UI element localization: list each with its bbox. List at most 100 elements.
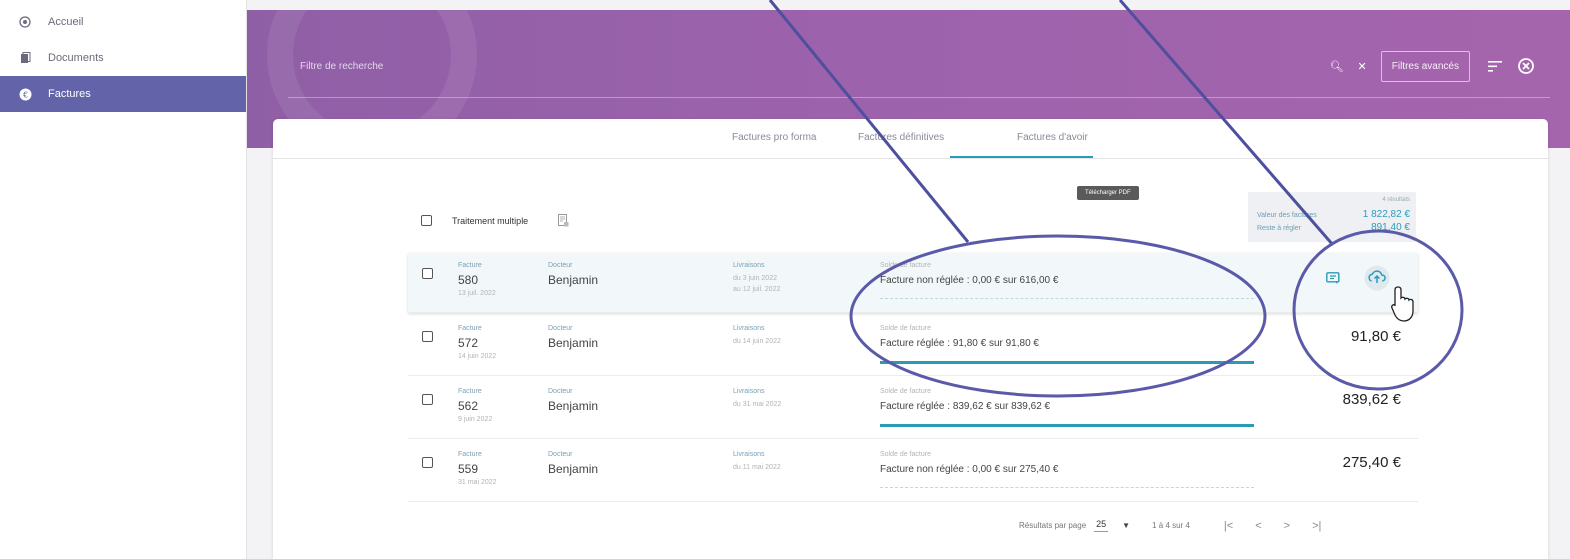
next-page-icon[interactable]: > bbox=[1284, 520, 1290, 532]
search-bar: Filtre de recherche 🔍︎ ✕ Filtres avancés bbox=[288, 35, 1550, 98]
pagination: Résultats par page 25 ▼ 1 à 4 sur 4 |< <… bbox=[1019, 519, 1321, 532]
tab-definitives[interactable]: Factures définitives bbox=[858, 132, 944, 143]
doctor-label: Docteur bbox=[548, 262, 573, 269]
clear-icon[interactable]: ✕ bbox=[1358, 60, 1371, 73]
deliveries-label: Livraisons bbox=[733, 262, 765, 269]
sidebar-item-factures[interactable]: € Factures bbox=[0, 76, 246, 112]
search-icon[interactable]: 🔍︎ bbox=[1330, 60, 1348, 73]
doctor-label: Docteur bbox=[548, 325, 573, 332]
row-checkbox[interactable] bbox=[422, 394, 433, 405]
row-checkbox[interactable] bbox=[422, 457, 433, 468]
tabs: Factures pro forma Factures définitives … bbox=[273, 119, 1548, 159]
balance-text: Facture réglée : 839,62 € sur 839,62 € bbox=[880, 401, 1051, 412]
per-page-select[interactable]: 25 bbox=[1094, 519, 1109, 532]
credit-note-icon[interactable] bbox=[1326, 271, 1340, 290]
documents-icon bbox=[18, 51, 32, 65]
invoice-number: 580 bbox=[458, 273, 479, 287]
tab-avoir[interactable]: Factures d'avoir bbox=[1017, 132, 1088, 143]
home-circle-icon bbox=[18, 15, 32, 29]
doctor-name: Benjamin bbox=[548, 336, 599, 350]
page-nav: |< < > >| bbox=[1224, 520, 1321, 532]
deliveries-label: Livraisons bbox=[733, 388, 765, 395]
deliveries-range: du 11 mai 2022 bbox=[733, 464, 781, 471]
doctor-name: Benjamin bbox=[548, 399, 599, 413]
balance-text: Facture non réglée : 0,00 € sur 275,40 € bbox=[880, 464, 1059, 475]
results-count: 4 résultats bbox=[1382, 197, 1410, 203]
type-label: Facture bbox=[458, 262, 482, 269]
deliveries-range: du 14 juin 2022 bbox=[733, 338, 781, 345]
row-checkbox[interactable] bbox=[422, 331, 433, 342]
first-page-icon[interactable]: |< bbox=[1224, 520, 1233, 532]
sidebar-item-label: Documents bbox=[48, 52, 104, 64]
summary-box: 4 résultats Valeur des factures 1 822,82… bbox=[1248, 192, 1416, 242]
table-row[interactable]: Facture 572 14 juin 2022 Docteur Benjami… bbox=[408, 316, 1418, 376]
balance-text: Facture non réglée : 0,00 € sur 616,00 € bbox=[880, 275, 1059, 286]
invoices-value-label: Valeur des factures bbox=[1257, 212, 1317, 219]
doctor-label: Docteur bbox=[548, 451, 573, 458]
advanced-filters-button[interactable]: Filtres avancés bbox=[1380, 50, 1470, 82]
balance-progress bbox=[880, 298, 1254, 299]
row-checkbox[interactable] bbox=[422, 268, 433, 279]
table-row[interactable]: Facture 559 31 mai 2022 Docteur Benjamin… bbox=[408, 442, 1418, 502]
chevron-down-icon[interactable]: ▼ bbox=[1122, 521, 1130, 530]
invoice-number: 572 bbox=[458, 336, 479, 350]
balance-label: Solde de facture bbox=[880, 262, 931, 269]
invoice-date: 31 mai 2022 bbox=[458, 479, 497, 486]
invoices-value: 1 822,82 € bbox=[1362, 209, 1410, 220]
deliveries-range-end: au 12 juil. 2022 bbox=[733, 286, 781, 293]
invoice-date: 14 juin 2022 bbox=[458, 353, 497, 360]
table-row[interactable]: Facture 580 13 juil. 2022 Docteur Benjam… bbox=[408, 253, 1418, 313]
row-actions bbox=[1326, 265, 1390, 296]
table-row[interactable]: Facture 562 9 juin 2022 Docteur Benjamin… bbox=[408, 379, 1418, 439]
doctor-name: Benjamin bbox=[548, 462, 599, 476]
last-page-icon[interactable]: >| bbox=[1312, 520, 1321, 532]
invoice-date: 13 juil. 2022 bbox=[458, 290, 496, 297]
type-label: Facture bbox=[458, 388, 482, 395]
sort-icon[interactable] bbox=[1488, 60, 1502, 72]
invoice-amount: 91,80 € bbox=[1350, 328, 1401, 345]
deliveries-range: du 3 juin 2022 bbox=[733, 275, 777, 282]
invoices-card: Factures pro forma Factures définitives … bbox=[273, 119, 1548, 559]
doctor-name: Benjamin bbox=[548, 273, 599, 287]
invoice-number: 562 bbox=[458, 399, 479, 413]
select-all-checkbox[interactable] bbox=[421, 215, 432, 226]
prev-page-icon[interactable]: < bbox=[1255, 520, 1261, 532]
multi-processing-label: Traitement multiple bbox=[452, 215, 529, 226]
invoice-amount: 275,40 € bbox=[1342, 454, 1401, 471]
multi-processing: Traitement multiple bbox=[421, 214, 569, 227]
doctor-label: Docteur bbox=[548, 388, 573, 395]
type-label: Facture bbox=[458, 325, 482, 332]
balance-label: Solde de facture bbox=[880, 388, 931, 395]
tab-pro-forma[interactable]: Factures pro forma bbox=[732, 132, 816, 143]
invoice-date: 9 juin 2022 bbox=[458, 416, 493, 423]
balance-progress bbox=[880, 487, 1254, 488]
active-tab-indicator bbox=[950, 156, 1093, 158]
balance-text: Facture réglée : 91,80 € sur 91,80 € bbox=[880, 338, 1039, 349]
balance-progress bbox=[880, 361, 1254, 364]
deliveries-label: Livraisons bbox=[733, 451, 765, 458]
balance-label: Solde de facture bbox=[880, 451, 931, 458]
sidebar: Accueil Documents € Factures bbox=[0, 0, 247, 559]
deliveries-range: du 31 mai 2022 bbox=[733, 401, 782, 408]
download-pdf-icon[interactable] bbox=[1364, 265, 1390, 296]
sidebar-item-accueil[interactable]: Accueil bbox=[0, 4, 246, 40]
euro-circle-icon: € bbox=[18, 87, 32, 101]
balance-progress bbox=[880, 424, 1254, 427]
close-circle-icon[interactable] bbox=[1518, 58, 1534, 74]
type-label: Facture bbox=[458, 451, 482, 458]
page-range: 1 à 4 sur 4 bbox=[1152, 521, 1190, 530]
download-pdf-tooltip: Télécharger PDF bbox=[1077, 186, 1139, 200]
search-input[interactable]: Filtre de recherche bbox=[288, 61, 1330, 72]
deliveries-label: Livraisons bbox=[733, 325, 765, 332]
sidebar-item-documents[interactable]: Documents bbox=[0, 40, 246, 76]
invoice-amount: 839,62 € bbox=[1342, 391, 1401, 408]
sidebar-item-label: Accueil bbox=[48, 16, 84, 28]
sidebar-item-label: Factures bbox=[48, 88, 91, 100]
invoice-number: 559 bbox=[458, 462, 479, 476]
remaining-value: 891,40 € bbox=[1371, 222, 1410, 233]
per-page-label: Résultats par page bbox=[1019, 521, 1087, 530]
remaining-label: Reste à régler bbox=[1257, 225, 1301, 232]
balance-label: Solde de facture bbox=[880, 325, 931, 332]
svg-text:€: € bbox=[22, 90, 27, 99]
batch-document-icon[interactable] bbox=[558, 214, 569, 227]
